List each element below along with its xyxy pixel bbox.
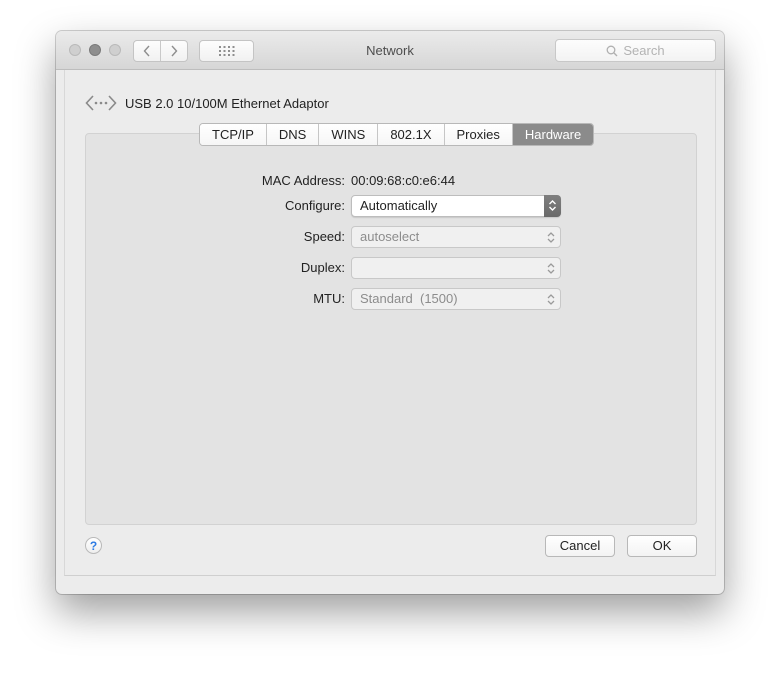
mtu-value: Standard (1500) bbox=[360, 291, 458, 306]
updown-chevron-icon bbox=[549, 200, 556, 211]
updown-chevron-icon bbox=[547, 294, 555, 305]
tab-wins[interactable]: WINS bbox=[318, 124, 378, 145]
sheet-content: USB 2.0 10/100M Ethernet Adaptor TCP/IP … bbox=[64, 70, 716, 576]
configure-value: Automatically bbox=[360, 198, 438, 213]
configure-popup[interactable]: Automatically bbox=[351, 195, 561, 217]
ok-button[interactable]: OK bbox=[627, 535, 697, 557]
settings-tabs: TCP/IP DNS WINS 802.1X Proxies Hardware bbox=[199, 123, 595, 146]
duplex-popup[interactable] bbox=[351, 257, 561, 279]
title-bar: Network Search bbox=[56, 31, 724, 70]
duplex-row: Duplex: bbox=[65, 257, 717, 279]
configure-popup-arrows bbox=[544, 195, 561, 217]
ethernet-arrows-icon bbox=[85, 95, 117, 111]
search-icon bbox=[606, 45, 618, 56]
network-window: Network Search USB 2.0 10/100M Ethernet … bbox=[56, 31, 724, 594]
tab-tcpip[interactable]: TCP/IP bbox=[200, 124, 266, 145]
speed-row: Speed: autoselect bbox=[65, 226, 717, 248]
cancel-button[interactable]: Cancel bbox=[545, 535, 615, 557]
configure-label: Configure: bbox=[285, 198, 345, 213]
mtu-label: MTU: bbox=[313, 291, 345, 306]
tab-dns[interactable]: DNS bbox=[265, 124, 319, 145]
help-button[interactable]: ? bbox=[85, 537, 102, 554]
mac-address-row: MAC Address: 00:09:68:c0:e6:44 bbox=[65, 170, 717, 192]
adaptor-name: USB 2.0 10/100M Ethernet Adaptor bbox=[125, 95, 329, 111]
speed-label: Speed: bbox=[303, 229, 345, 244]
adaptor-header: USB 2.0 10/100M Ethernet Adaptor bbox=[85, 93, 329, 113]
duplex-label: Duplex: bbox=[300, 260, 345, 275]
search-field[interactable]: Search bbox=[555, 39, 716, 62]
speed-value: autoselect bbox=[360, 229, 420, 244]
configure-row: Configure: Automatically bbox=[65, 195, 717, 217]
tab-8021x[interactable]: 802.1X bbox=[377, 124, 444, 145]
search-placeholder: Search bbox=[623, 43, 665, 58]
updown-chevron-icon bbox=[547, 232, 555, 243]
mac-address-value: 00:09:68:c0:e6:44 bbox=[351, 173, 456, 188]
updown-chevron-icon bbox=[547, 263, 555, 274]
mac-address-label: MAC Address: bbox=[261, 173, 345, 188]
speed-popup[interactable]: autoselect bbox=[351, 226, 561, 248]
tab-hardware[interactable]: Hardware bbox=[511, 124, 594, 145]
mtu-popup[interactable]: Standard (1500) bbox=[351, 288, 561, 310]
mtu-row: MTU: Standard (1500) bbox=[65, 288, 717, 310]
question-mark-icon: ? bbox=[89, 538, 98, 553]
tab-proxies[interactable]: Proxies bbox=[443, 124, 512, 145]
